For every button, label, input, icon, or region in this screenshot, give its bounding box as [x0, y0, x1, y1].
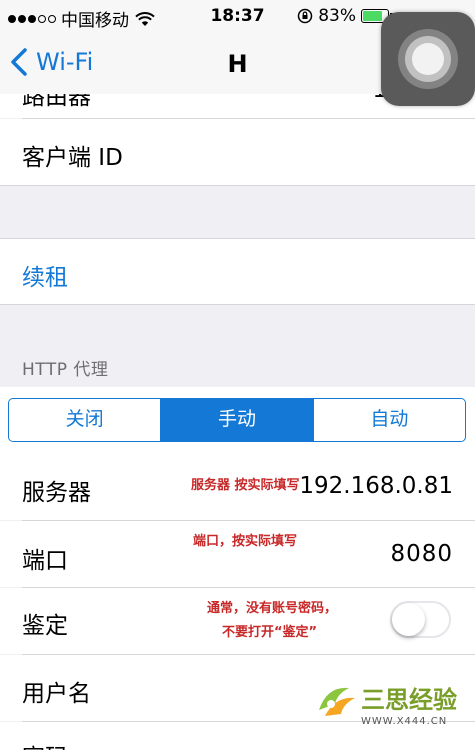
- status-right: 83%: [297, 6, 395, 26]
- server-input[interactable]: 192.168.0.81: [299, 473, 453, 499]
- port-input[interactable]: 8080: [390, 541, 453, 567]
- authentication-annotation-line2: 不要打开“鉴定”: [222, 625, 318, 640]
- watermark-name: 三思经验: [361, 686, 457, 714]
- proxy-mode-segmented-control[interactable]: 关闭 手动 自动: [8, 398, 466, 442]
- authentication-label: 鉴定: [22, 613, 68, 639]
- segment-off[interactable]: 关闭: [9, 399, 160, 441]
- watermark-url: WWW.X444.CN: [361, 716, 448, 727]
- rotation-lock-icon: [297, 8, 313, 24]
- server-annotation: 服务器 按实际填写: [191, 478, 300, 493]
- assistive-touch-ring: [412, 43, 444, 75]
- username-label: 用户名: [22, 681, 91, 707]
- watermark: 三思经验 WWW.X444.CN: [315, 676, 475, 746]
- divider: [0, 185, 475, 186]
- client-id-row[interactable]: 客户端 ID: [0, 119, 475, 185]
- password-label: 密码: [22, 738, 68, 750]
- toggle-knob: [392, 603, 425, 636]
- battery-percent: 83%: [318, 6, 356, 26]
- port-label: 端口: [22, 548, 68, 574]
- segment-manual[interactable]: 手动: [160, 399, 313, 441]
- port-annotation: 端口，按实际填写: [193, 534, 298, 549]
- battery-fill: [363, 11, 382, 21]
- authentication-annotation-line1: 通常，没有账号密码，: [207, 601, 338, 616]
- renew-lease-row[interactable]: 续租: [0, 239, 475, 304]
- watermark-logo-icon: [319, 687, 355, 716]
- section-header-http-proxy: HTTP 代理: [22, 360, 109, 380]
- renew-lease-button[interactable]: 续租: [22, 258, 68, 292]
- client-id-label: 客户端 ID: [22, 145, 123, 171]
- assistive-touch-button[interactable]: [381, 12, 475, 106]
- divider: [0, 304, 475, 305]
- router-label: 路由器: [22, 94, 91, 110]
- segment-auto[interactable]: 自动: [312, 399, 465, 441]
- server-label: 服务器: [22, 480, 91, 506]
- authentication-toggle[interactable]: [390, 601, 451, 638]
